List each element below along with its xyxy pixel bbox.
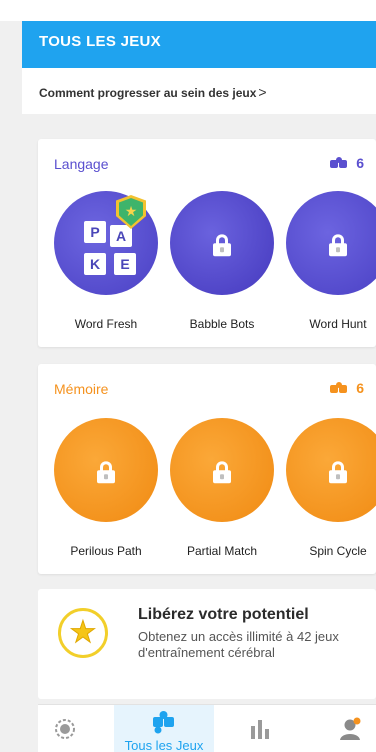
profile-icon <box>340 717 361 740</box>
game-label: Spin Cycle <box>309 544 367 558</box>
progress-link-label: Comment progresser au sein des jeux <box>39 86 257 100</box>
lock-icon <box>329 234 347 257</box>
page-title: TOUS LES JEUX <box>39 33 161 50</box>
chevron-right-icon: > <box>258 84 267 100</box>
letter-tile: P <box>84 221 106 243</box>
promo-description: Obtenez un accès illimité à 42 jeux d'en… <box>138 629 339 660</box>
game-word-hunt[interactable]: Word Hunt <box>278 191 376 331</box>
tab-all-games[interactable]: Tous les Jeux <box>114 705 214 752</box>
game-label: Word Hunt <box>309 317 367 331</box>
letter-tile: A <box>110 225 132 247</box>
game-word-fresh[interactable]: P A K E ★ Word Fresh <box>46 191 166 331</box>
game-label: Word Fresh <box>74 317 138 331</box>
bottom-tab-bar: Tous les Jeux <box>38 704 376 752</box>
game-icon-partial-match <box>170 418 274 522</box>
game-icon-word-hunt <box>286 191 376 295</box>
tab-stats[interactable] <box>234 705 286 752</box>
game-label: Babble Bots <box>189 317 255 331</box>
lock-icon <box>213 234 231 257</box>
lock-icon <box>329 461 347 484</box>
page-header: TOUS LES JEUX <box>22 21 376 68</box>
lock-icon <box>97 461 115 484</box>
tab-training[interactable] <box>38 705 114 752</box>
lock-icon <box>213 461 231 484</box>
status-area <box>0 0 376 21</box>
promo-title: Libérez votre potentiel <box>138 606 309 623</box>
game-label: Perilous Path <box>70 544 142 558</box>
letter-tile: K <box>84 253 106 275</box>
puzzle-icon <box>153 711 174 734</box>
upgrade-promo-card[interactable]: ★ Libérez votre potentiel Obtenez un acc… <box>38 589 376 699</box>
game-partial-match[interactable]: Partial Match <box>162 418 282 558</box>
progress-bar-row[interactable]: Comment progresser au sein des jeux > <box>22 68 376 114</box>
game-icon-babble-bots <box>170 191 274 295</box>
game-babble-bots[interactable]: Babble Bots <box>162 191 282 331</box>
stats-icon <box>251 720 269 739</box>
letter-tile: E <box>114 253 136 275</box>
game-perilous-path[interactable]: Perilous Path <box>46 418 166 558</box>
tab-label: Tous les Jeux <box>124 738 204 752</box>
category-card-langage: Langage 6 P A K E ★ Word Fresh Babble Bo… <box>38 139 376 347</box>
tab-profile[interactable] <box>324 705 376 752</box>
game-icon-perilous-path <box>54 418 158 522</box>
category-card-memoire: Mémoire 6 Perilous Path Partial Match Sp… <box>38 364 376 574</box>
game-icon-spin-cycle <box>286 418 376 522</box>
star-badge-icon: ★ <box>58 608 108 658</box>
progress-link[interactable]: Comment progresser au sein des jeux > <box>39 84 267 100</box>
game-spin-cycle[interactable]: Spin Cycle <box>278 418 376 558</box>
game-label: Partial Match <box>186 544 258 558</box>
training-icon <box>55 719 75 739</box>
